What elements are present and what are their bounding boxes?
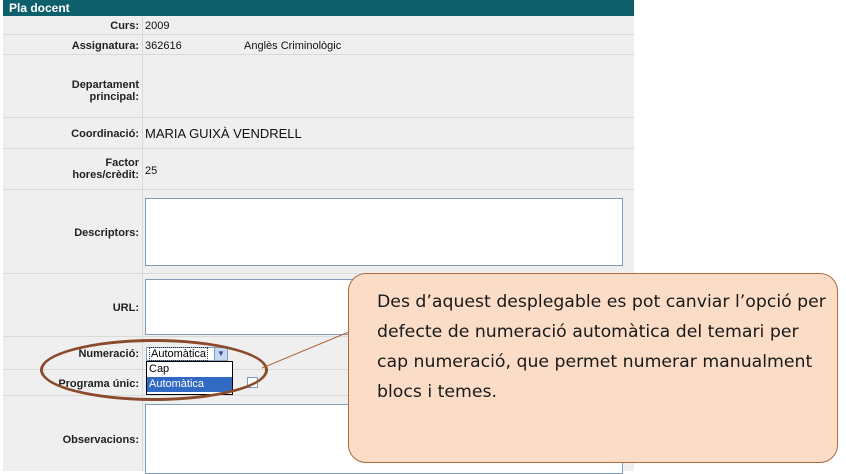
explanation-callout: Des d’aquest desplegable es pot canviar … xyxy=(348,273,838,463)
callout-text: Des d’aquest desplegable es pot canviar … xyxy=(377,292,826,402)
